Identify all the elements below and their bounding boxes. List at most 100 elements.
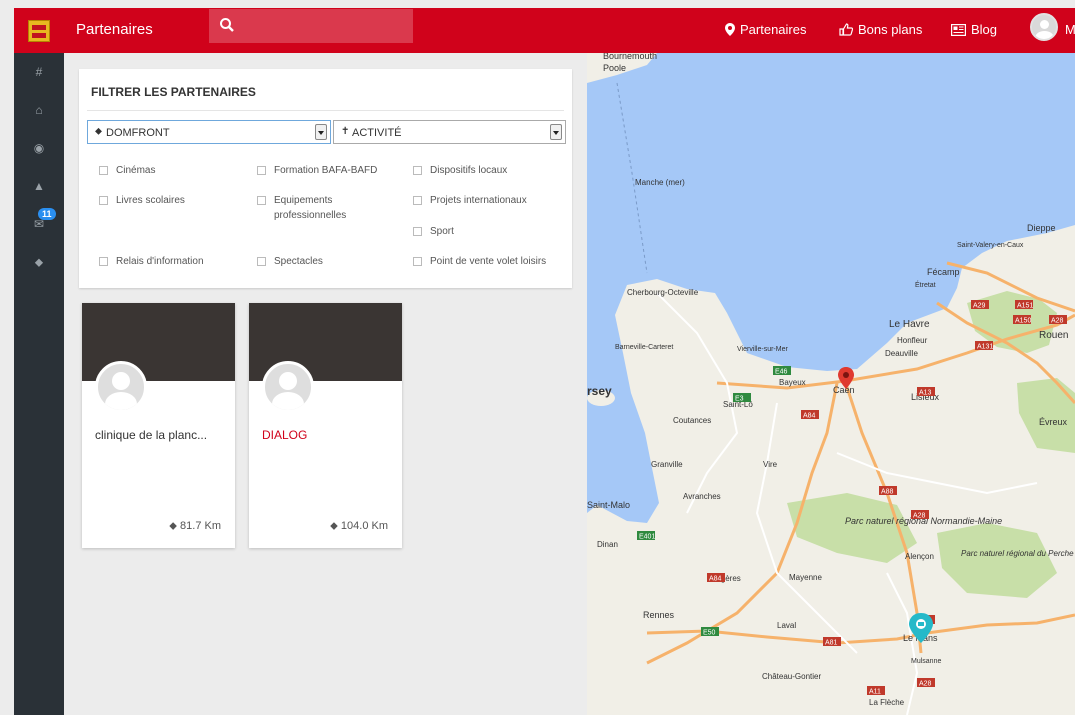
checkbox-sport[interactable]: Sport (413, 224, 454, 239)
checkbox-label: Equipements professionnelles (274, 195, 347, 221)
partner-distance: ⬥ 81.7 Km (169, 520, 221, 533)
search-box[interactable] (209, 9, 413, 43)
checkbox-spectacles[interactable]: Spectacles (257, 254, 323, 269)
map-marker-icon: ⬥ (169, 520, 181, 532)
partner-card[interactable]: DIALOG ⬥ 104.0 Km (249, 303, 402, 548)
checkbox-relais-information[interactable]: Relais d'information (99, 254, 204, 269)
checkbox-box[interactable] (99, 166, 108, 175)
partner-name[interactable]: clinique de la planc... (95, 428, 207, 442)
checkbox-equipements[interactable]: Equipements professionnelles (257, 193, 372, 223)
user-name[interactable]: M (1065, 22, 1075, 37)
checkbox-box[interactable] (413, 227, 422, 236)
map-label: Coutances (673, 416, 711, 425)
map-label: Laval (777, 621, 796, 630)
map[interactable]: Bournemouth Poole Manche (mer) Cherbourg-Oc… (587, 53, 1075, 715)
sidebar-glyph: ⌂ (35, 103, 43, 117)
checkbox-label: Livres scolaires (116, 195, 185, 206)
road-shield-label: A28 (919, 681, 932, 688)
checkbox-box[interactable] (413, 257, 422, 266)
sidebar-glyph: ⬥ (34, 254, 44, 269)
envelope-icon[interactable]: ✉ 11 (14, 205, 64, 243)
checkbox-formation-bafa[interactable]: Formation BAFA-BAFD (257, 163, 377, 178)
user-avatar[interactable] (1030, 13, 1058, 41)
partner-name[interactable]: DIALOG (262, 428, 307, 442)
checkbox-box[interactable] (413, 196, 422, 205)
checkbox-box[interactable] (257, 166, 266, 175)
activity-select[interactable]: ✝ ACTIVITÉ (333, 120, 566, 144)
map-label: Alençon (905, 552, 934, 561)
sidebar-glyph: ▲ (33, 179, 45, 193)
checkbox-box[interactable] (413, 166, 422, 175)
sidebar-glyph: # (35, 65, 43, 79)
sidebar-glyph: ◉ (33, 141, 45, 155)
map-marker-icon[interactable]: ⬥ (14, 243, 64, 281)
partner-avatar (262, 361, 314, 413)
checkbox-cinemas[interactable]: Cinémas (99, 163, 155, 178)
road-shield-label: E46 (775, 369, 788, 376)
map-canvas[interactable]: Bournemouth Poole Manche (mer) Cherbourg-Oc… (587, 53, 1075, 715)
map-label: Bournemouth (603, 53, 657, 61)
checkbox-label: Projets internationaux (430, 195, 527, 206)
map-label: Rouen (1039, 330, 1068, 341)
road-shield-label: E50 (703, 630, 716, 637)
chevron-down-icon[interactable] (550, 124, 562, 140)
distance-value: 81.7 Km (180, 520, 221, 532)
map-label: Dieppe (1027, 223, 1056, 233)
chevron-down-icon[interactable] (315, 124, 327, 140)
partner-card[interactable]: clinique de la planc... ⬥ 81.7 Km (82, 303, 235, 548)
nav-bons-plans[interactable]: Bons plans (839, 22, 922, 37)
road-shield-label: E401 (639, 534, 655, 541)
bell-icon[interactable]: ▲ (14, 167, 64, 205)
road-shield-label: A84 (709, 576, 722, 583)
location-select-value: DOMFRONT (106, 127, 170, 139)
sidebar: # ⌂ ◉ ▲ ✉ 11 ⬥ (14, 8, 64, 715)
checkbox-box[interactable] (257, 257, 266, 266)
distance-value: 104.0 Km (340, 520, 388, 532)
map-label: Rennes (643, 610, 675, 620)
user-circle-icon[interactable]: ◉ (14, 129, 64, 167)
checkbox-label: Relais d'information (116, 256, 204, 267)
map-label: Parc naturel régional du Perche (961, 549, 1074, 558)
map-label: Le Havre (889, 319, 930, 330)
page-title: Partenaires (76, 21, 153, 38)
checkbox-livres-scolaires[interactable]: Livres scolaires (99, 193, 185, 208)
road-shield-label: A84 (803, 413, 816, 420)
partner-distance: ⬥ 104.0 Km (330, 520, 388, 533)
hashtag-icon[interactable]: # (14, 53, 64, 91)
checkbox-box[interactable] (99, 257, 108, 266)
divider (87, 110, 564, 111)
checkbox-box[interactable] (257, 196, 266, 205)
map-label: Bayeux (779, 378, 806, 387)
map-marker-icon: ⬥ (330, 520, 341, 532)
map-label: Dinan (597, 540, 618, 549)
road-shield-label: A28 (913, 513, 926, 520)
map-label: Mayenne (789, 573, 822, 582)
home-icon[interactable]: ⌂ (14, 91, 64, 129)
road-shield-label: A131 (977, 344, 993, 351)
normandy-flag-icon (28, 19, 50, 42)
filter-title: FILTRER LES PARTENAIRES (91, 85, 256, 99)
window-frame-left (0, 0, 14, 715)
map-label: Saint-Malo (587, 500, 630, 510)
checkbox-dispositifs-locaux[interactable]: Dispositifs locaux (413, 163, 507, 178)
map-label: Fécamp (927, 267, 960, 277)
map-label: Cherbourg-Octeville (627, 288, 699, 297)
search-icon (220, 18, 234, 32)
map-label: Manche (mer) (635, 178, 685, 187)
map-label: La Flèche (869, 698, 905, 707)
top-header: Partenaires Partenaires Bons plans Blog … (64, 8, 1075, 53)
road-shield-label: A13 (919, 390, 932, 397)
app-logo[interactable] (14, 8, 64, 53)
checkbox-point-de-vente[interactable]: Point de vente volet loisirs (413, 254, 546, 269)
search-input[interactable] (241, 15, 401, 37)
map-label: Poole (603, 63, 626, 73)
checkbox-projets-internationaux[interactable]: Projets internationaux (413, 193, 527, 208)
nav-blog[interactable]: Blog (951, 22, 997, 37)
checkbox-box[interactable] (99, 196, 108, 205)
location-select[interactable]: ⬥ DOMFRONT (87, 120, 331, 144)
road-shield-label: A11 (869, 689, 881, 696)
map-label: Étretat (915, 280, 936, 289)
nav-partenaires[interactable]: Partenaires (725, 22, 806, 37)
map-label: Honfleur (897, 336, 928, 345)
checkbox-label: Formation BAFA-BAFD (274, 165, 378, 176)
